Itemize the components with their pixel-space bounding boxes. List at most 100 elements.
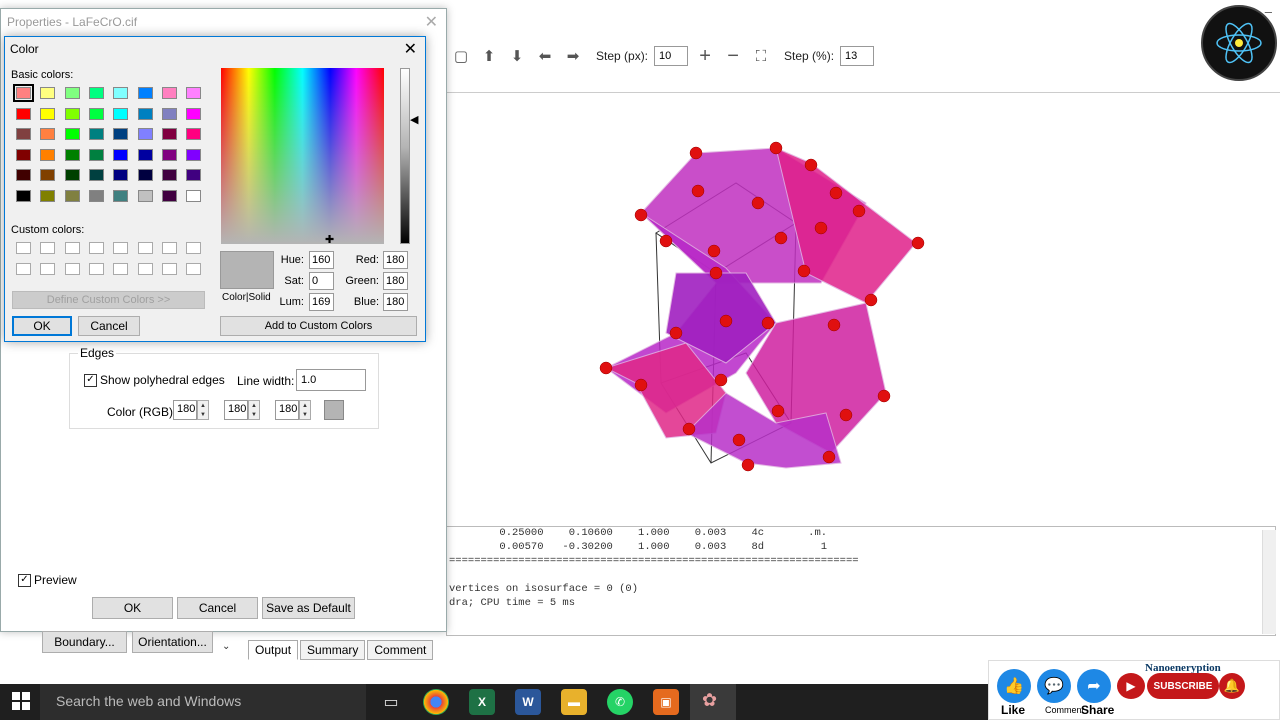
tab-summary[interactable]: Summary bbox=[300, 640, 366, 660]
close-icon[interactable]: ✕ bbox=[404, 39, 417, 59]
output-scrollbar[interactable] bbox=[1262, 530, 1276, 634]
tab-comment[interactable]: Comment bbox=[367, 640, 434, 660]
line-width-input[interactable] bbox=[296, 369, 366, 391]
basic-color-swatch[interactable] bbox=[88, 148, 104, 161]
red-channel-input[interactable]: 180 bbox=[383, 251, 408, 269]
basic-color-swatch[interactable] bbox=[186, 169, 202, 181]
luminosity-arrow-icon[interactable]: ◀ bbox=[410, 113, 418, 126]
basic-color-swatch[interactable] bbox=[40, 87, 56, 99]
basic-color-swatch[interactable] bbox=[40, 128, 56, 140]
basic-color-swatch[interactable] bbox=[40, 107, 56, 120]
green-stepper[interactable]: ▲ ▼ bbox=[248, 400, 260, 420]
green-input[interactable]: 180 bbox=[224, 400, 248, 420]
excel-icon[interactable]: X bbox=[469, 689, 495, 715]
basic-color-swatch[interactable] bbox=[88, 128, 104, 140]
custom-color-swatch[interactable] bbox=[161, 242, 177, 254]
chevron-down-icon[interactable]: ⌄ bbox=[222, 641, 230, 652]
basic-color-swatch[interactable] bbox=[113, 87, 129, 99]
basic-color-swatch[interactable] bbox=[137, 87, 153, 99]
share-icon[interactable]: ➦ bbox=[1077, 669, 1111, 703]
basic-color-swatch[interactable] bbox=[186, 189, 202, 202]
arrow-right-icon[interactable]: ➡ bbox=[562, 45, 584, 67]
color-ok-button[interactable]: OK bbox=[12, 316, 72, 336]
preview-checkbox[interactable]: ✓ Preview bbox=[18, 573, 77, 587]
basic-color-swatch[interactable] bbox=[16, 107, 31, 120]
basic-color-swatch[interactable] bbox=[64, 87, 80, 99]
basic-color-swatch[interactable] bbox=[13, 84, 34, 102]
basic-color-swatch[interactable] bbox=[40, 148, 56, 161]
basic-color-swatch[interactable] bbox=[137, 148, 153, 161]
custom-color-swatch[interactable] bbox=[186, 262, 202, 275]
tab-output[interactable]: Output bbox=[248, 640, 299, 660]
step-pct-input[interactable] bbox=[840, 46, 875, 66]
custom-color-swatch[interactable] bbox=[161, 262, 177, 275]
windows-start-icon[interactable] bbox=[12, 692, 32, 712]
custom-color-swatch[interactable] bbox=[40, 242, 56, 254]
custom-color-swatch[interactable] bbox=[113, 262, 129, 275]
boundary-button[interactable]: Boundary... bbox=[42, 631, 127, 653]
close-icon[interactable]: ✕ bbox=[425, 12, 438, 32]
basic-color-swatch[interactable] bbox=[64, 169, 80, 181]
basic-color-swatch[interactable] bbox=[16, 148, 31, 161]
red-stepper[interactable]: ▲ ▼ bbox=[197, 400, 209, 420]
basic-color-swatch[interactable] bbox=[113, 189, 129, 202]
basic-color-swatch[interactable] bbox=[64, 148, 80, 161]
green-channel-input[interactable]: 180 bbox=[383, 272, 408, 290]
structure-viewport[interactable] bbox=[446, 92, 1280, 517]
luminosity-slider[interactable] bbox=[400, 68, 410, 244]
arrow-down-icon[interactable]: ⬇ bbox=[506, 45, 528, 67]
basic-color-swatch[interactable] bbox=[137, 107, 153, 120]
basic-color-swatch[interactable] bbox=[113, 128, 129, 140]
save-as-default-button[interactable]: Save as Default bbox=[262, 597, 355, 619]
basic-color-swatch[interactable] bbox=[161, 169, 177, 181]
properties-ok-button[interactable]: OK bbox=[92, 597, 173, 619]
basic-color-swatch[interactable] bbox=[88, 87, 104, 99]
show-edges-checkbox[interactable]: ✓ Show polyhedral edges bbox=[84, 373, 225, 387]
basic-color-swatch[interactable] bbox=[137, 128, 153, 140]
add-to-custom-colors-button[interactable]: Add to Custom Colors bbox=[220, 316, 417, 336]
custom-color-swatch[interactable] bbox=[40, 262, 56, 275]
blue-channel-input[interactable]: 180 bbox=[383, 293, 408, 311]
basic-color-swatch[interactable] bbox=[64, 189, 80, 202]
basic-color-swatch[interactable] bbox=[88, 169, 104, 181]
basic-color-swatch[interactable] bbox=[186, 87, 202, 99]
subscribe-button[interactable]: SUBSCRIBE bbox=[1147, 673, 1219, 699]
step-px-input[interactable] bbox=[654, 46, 689, 66]
basic-color-swatch[interactable] bbox=[113, 107, 129, 120]
basic-color-swatch[interactable] bbox=[186, 148, 202, 161]
basic-color-swatch[interactable] bbox=[88, 107, 104, 120]
custom-color-swatch[interactable] bbox=[16, 242, 31, 254]
zoom-in-icon[interactable]: + bbox=[694, 45, 716, 67]
basic-color-swatch[interactable] bbox=[186, 107, 202, 120]
basic-color-swatch[interactable] bbox=[137, 169, 153, 181]
fit-to-screen-icon[interactable]: ⛶ bbox=[750, 45, 772, 67]
define-custom-colors-button[interactable]: Define Custom Colors >> bbox=[12, 291, 205, 309]
custom-color-swatch[interactable] bbox=[137, 242, 153, 254]
custom-color-swatch[interactable] bbox=[88, 242, 104, 254]
arrow-left-icon[interactable]: ⬅ bbox=[534, 45, 556, 67]
edge-color-swatch[interactable] bbox=[324, 400, 344, 420]
custom-color-swatch[interactable] bbox=[88, 262, 104, 275]
sat-input[interactable]: 0 bbox=[309, 272, 334, 290]
custom-color-swatch[interactable] bbox=[64, 262, 80, 275]
basic-color-swatch[interactable] bbox=[40, 169, 56, 181]
custom-color-swatch[interactable] bbox=[16, 262, 31, 275]
basic-color-swatch[interactable] bbox=[113, 169, 129, 181]
basic-color-swatch[interactable] bbox=[161, 148, 177, 161]
lum-input[interactable]: 169 bbox=[309, 293, 334, 311]
basic-color-swatch[interactable] bbox=[186, 128, 202, 140]
basic-color-swatch[interactable] bbox=[16, 169, 31, 181]
hue-input[interactable]: 160 bbox=[309, 251, 334, 269]
whatsapp-icon[interactable]: ✆ bbox=[607, 689, 633, 715]
color-cancel-button[interactable]: Cancel bbox=[78, 316, 140, 336]
basic-color-swatch[interactable] bbox=[40, 189, 56, 202]
app-icon[interactable]: ▣ bbox=[653, 689, 679, 715]
custom-color-swatch[interactable] bbox=[186, 242, 202, 254]
arrow-up-icon[interactable]: ⬆ bbox=[478, 45, 500, 67]
basic-color-swatch[interactable] bbox=[88, 189, 104, 202]
basic-color-swatch[interactable] bbox=[16, 128, 31, 140]
play-icon[interactable]: ▶ bbox=[1117, 673, 1145, 699]
bell-icon[interactable]: 🔔 bbox=[1219, 673, 1245, 699]
basic-color-swatch[interactable] bbox=[161, 87, 177, 99]
orientation-button[interactable]: Orientation... bbox=[132, 631, 213, 653]
